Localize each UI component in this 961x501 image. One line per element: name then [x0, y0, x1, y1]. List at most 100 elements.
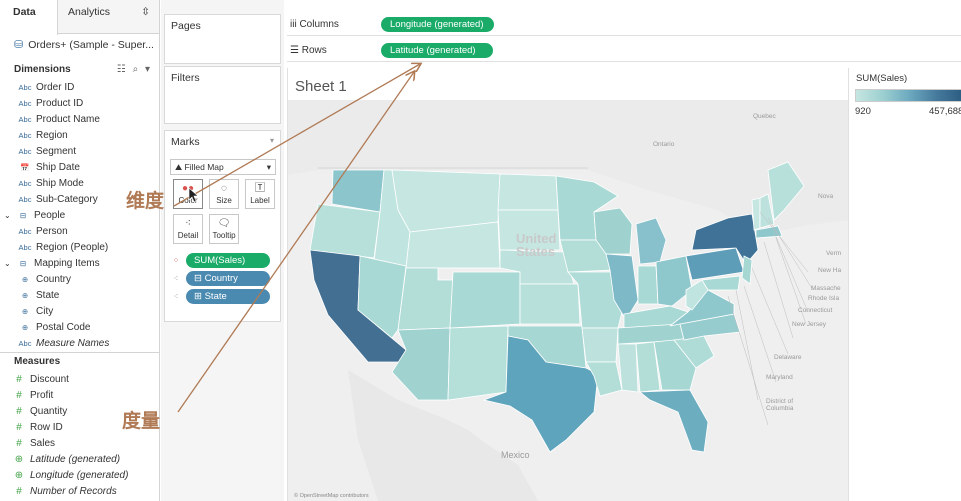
dimension-field[interactable]: Abc Segment	[0, 143, 160, 159]
mark-pill-row-country: ⁖ ⊟ Country	[170, 270, 270, 286]
dimension-field[interactable]: ⊕ Postal Code	[0, 319, 160, 335]
state-washington	[331, 169, 385, 213]
measure-type-icon: #	[16, 373, 22, 385]
tab-analytics-label: Analytics	[68, 6, 111, 18]
measure-field-label: Profit	[30, 389, 54, 401]
measures-header: Measures	[0, 356, 160, 367]
measure-field[interactable]: # Profit	[0, 387, 160, 403]
columns-shelf[interactable]: iii Columns Longitude (generated)	[287, 14, 961, 36]
field-type-icon: ⊕	[21, 274, 29, 284]
size-button-label: Size	[216, 196, 232, 205]
expand-caret-icon[interactable]: ⌄	[4, 259, 12, 268]
dimension-field[interactable]: ⊕ City	[0, 303, 160, 319]
dimension-field-label: City	[36, 305, 54, 317]
filters-card[interactable]: Filters	[164, 66, 281, 124]
measure-type-icon: ⊕	[14, 453, 24, 465]
tab-analytics[interactable]: Analytics ⇳	[58, 0, 158, 33]
size-icon: ◌	[221, 183, 227, 194]
label-delaware: Delaware	[774, 354, 802, 361]
field-type-icon: Abc	[18, 130, 32, 140]
dimension-field[interactable]: Abc Product ID	[0, 95, 160, 111]
size-button[interactable]: ◌ Size	[209, 179, 239, 209]
dimension-field-label: Region	[36, 129, 68, 141]
tab-expand-icon[interactable]: ⇳	[141, 6, 150, 33]
mark-type-dropdown[interactable]: ⛰ Filled Map ▾	[170, 159, 276, 175]
tab-data[interactable]: Data	[0, 0, 58, 35]
dimension-field-label: Product ID	[36, 97, 84, 109]
field-type-icon: Abc	[18, 242, 32, 252]
expand-caret-icon[interactable]: ⌄	[4, 211, 12, 220]
dimension-field-label: State	[36, 289, 60, 301]
measure-type-icon: #	[16, 437, 22, 449]
measure-field[interactable]: # Number of Records	[0, 483, 160, 499]
columns-label: iii Columns	[287, 19, 381, 30]
filled-map-icon: ⛰	[175, 162, 183, 172]
measure-field-label: Quantity	[30, 405, 68, 417]
measure-field[interactable]: ⊕ Latitude (generated)	[0, 451, 160, 467]
map-attribution[interactable]: © OpenStreetMap contributors	[294, 493, 369, 499]
map-canvas[interactable]: Quebec Ontario Nova United States Verm N…	[288, 100, 849, 501]
dimension-field[interactable]: ⊕ Country	[0, 271, 160, 287]
measure-field-label: Discount	[30, 373, 69, 385]
sum-sales-pill[interactable]: SUM(Sales)	[186, 252, 270, 268]
dimension-field[interactable]: ⊕ State	[0, 287, 160, 303]
dimension-field[interactable]: Abc Measure Names	[0, 335, 160, 351]
dimension-field[interactable]: Abc Product Name	[0, 111, 160, 127]
measure-type-icon: #	[16, 389, 22, 401]
measure-field-label: Longitude (generated)	[30, 469, 129, 481]
dimension-field[interactable]: Abc Person	[0, 223, 160, 239]
dimension-field[interactable]: 📅 Ship Date	[0, 159, 160, 175]
measure-type-icon: #	[16, 405, 22, 417]
state-pill[interactable]: ⊞ State	[186, 288, 270, 304]
rows-shelf[interactable]: ☰ Rows Latitude (generated)	[287, 40, 961, 62]
dimension-field[interactable]: Abc Order ID	[0, 79, 160, 95]
dimension-field-label: Segment	[36, 145, 77, 157]
sheet-title[interactable]: Sheet 1	[295, 78, 347, 95]
field-type-icon: ⊟	[19, 210, 27, 220]
label-district-of-columbia: District of Columbia	[766, 398, 794, 412]
dimensions-tools[interactable]: ☷ ⌕ ▾	[117, 64, 152, 75]
pages-card[interactable]: Pages	[164, 14, 281, 64]
marks-collapse-icon[interactable]: ▾	[270, 136, 274, 148]
field-type-icon: Abc	[18, 114, 32, 124]
legend-title[interactable]: SUM(Sales)	[856, 73, 907, 84]
label-button[interactable]: 🅃 Label	[245, 179, 275, 209]
field-type-icon: 📅	[20, 162, 30, 172]
dimensions-title: Dimensions	[14, 64, 71, 75]
datasource-label: Orders+ (Sample - Super...	[28, 38, 154, 51]
tooltip-button[interactable]: 🗨 Tooltip	[209, 214, 239, 244]
annotation-measure: 度量	[122, 410, 161, 432]
field-type-icon: ⊟	[19, 258, 27, 268]
label-vermont: Verm	[826, 250, 842, 257]
measures-divider	[0, 352, 160, 353]
latitude-pill[interactable]: Latitude (generated)	[381, 43, 493, 58]
field-type-icon: Abc	[18, 146, 32, 156]
dimension-field[interactable]: Abc Region (People)	[0, 239, 160, 255]
label-united-states: United States	[516, 231, 557, 259]
color-button[interactable]: ●● Color	[173, 179, 203, 209]
sheet-view: Sheet 1 Quebec Ontario Nova United State…	[287, 68, 849, 501]
measure-field[interactable]: # Sales	[0, 435, 160, 451]
dimension-field-label: Ship Date	[36, 161, 80, 173]
us-filled-map	[288, 100, 849, 501]
label-maryland: Maryland	[766, 374, 793, 381]
rows-label: ☰ Rows	[287, 45, 381, 56]
field-type-icon: ⊕	[21, 322, 29, 332]
longitude-pill[interactable]: Longitude (generated)	[381, 17, 494, 32]
measure-field[interactable]: ⊕ Longitude (generated)	[0, 467, 160, 483]
country-pill[interactable]: ⊟ Country	[186, 270, 270, 286]
label-massachusetts: Massache	[811, 285, 841, 292]
mark-pill-row-sales: ⁘ SUM(Sales)	[170, 252, 270, 268]
dimension-field[interactable]: ⌄ ⊟ Mapping Items	[0, 255, 160, 271]
measure-field[interactable]: # Discount	[0, 371, 160, 387]
label-quebec: Quebec	[753, 113, 776, 120]
datasource-item[interactable]: ⛁ Orders+ (Sample - Super...	[14, 38, 154, 52]
rows-icon: ☰	[290, 45, 299, 56]
dimension-field-label: Measure Names	[36, 337, 110, 349]
dimension-field[interactable]: Abc Region	[0, 127, 160, 143]
detail-button[interactable]: ⁖ Detail	[173, 214, 203, 244]
filters-title: Filters	[171, 72, 200, 84]
color-button-label: Color	[178, 196, 198, 205]
annotation-dimension: 维度	[126, 190, 165, 212]
detail-mark-icon: ⁖	[173, 291, 179, 301]
